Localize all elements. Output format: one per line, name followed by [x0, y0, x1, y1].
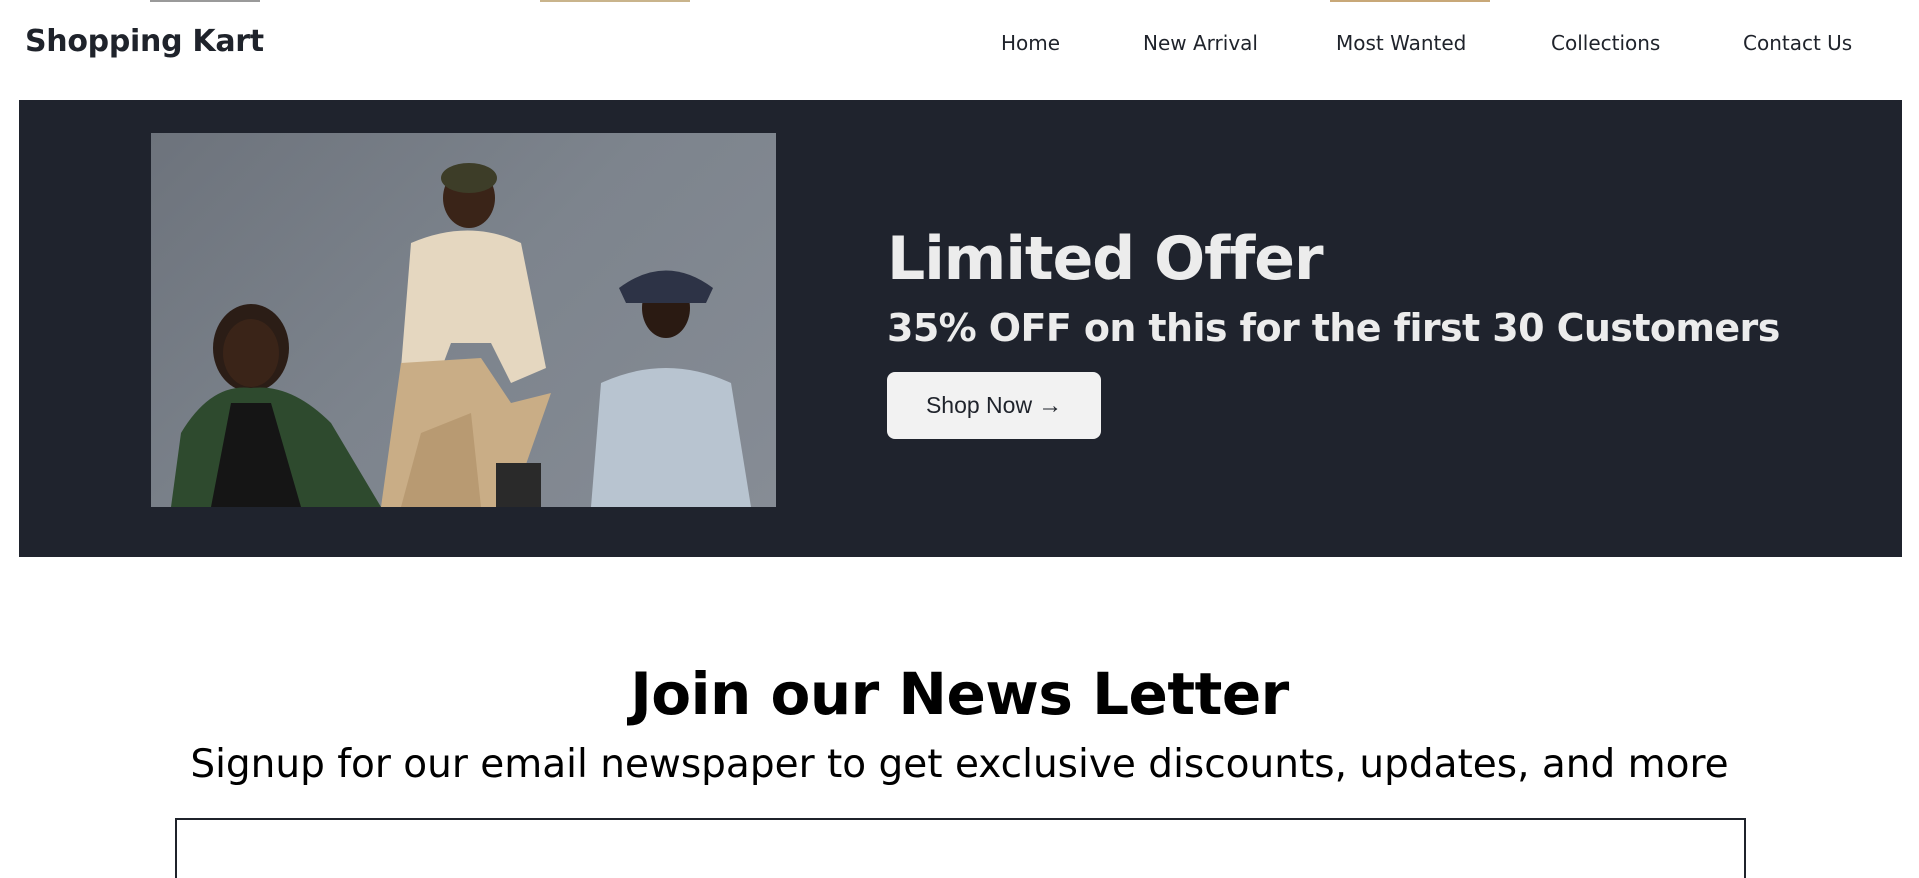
arrow-right-icon: → — [1038, 391, 1063, 419]
nav-link-most-wanted[interactable]: Most Wanted — [1336, 31, 1466, 55]
navbar: Shopping Kart Home New Arrival Most Want… — [0, 0, 1919, 86]
nav-link-home[interactable]: Home — [1001, 31, 1060, 55]
main-nav: Home New Arrival Most Wanted Collections… — [0, 31, 1919, 61]
shop-now-button[interactable]: Shop Now → — [887, 372, 1101, 439]
newsletter-subtitle: Signup for our email newspaper to get ex… — [190, 742, 1729, 787]
offer-title: Limited Offer — [887, 224, 1324, 294]
offer-subtitle: 35% OFF on this for the first 30 Custome… — [887, 306, 1780, 350]
hero-banner: Limited Offer 35% OFF on this for the fi… — [19, 100, 1902, 557]
nav-link-new-arrival[interactable]: New Arrival — [1143, 31, 1258, 55]
shop-now-label: Shop Now — [925, 392, 1033, 418]
nav-link-collections[interactable]: Collections — [1551, 31, 1660, 55]
hero-image — [151, 133, 776, 507]
newsletter-form-box[interactable] — [175, 818, 1746, 878]
nav-link-contact-us[interactable]: Contact Us — [1743, 31, 1852, 55]
newsletter-title: Join our News Letter — [630, 660, 1289, 728]
